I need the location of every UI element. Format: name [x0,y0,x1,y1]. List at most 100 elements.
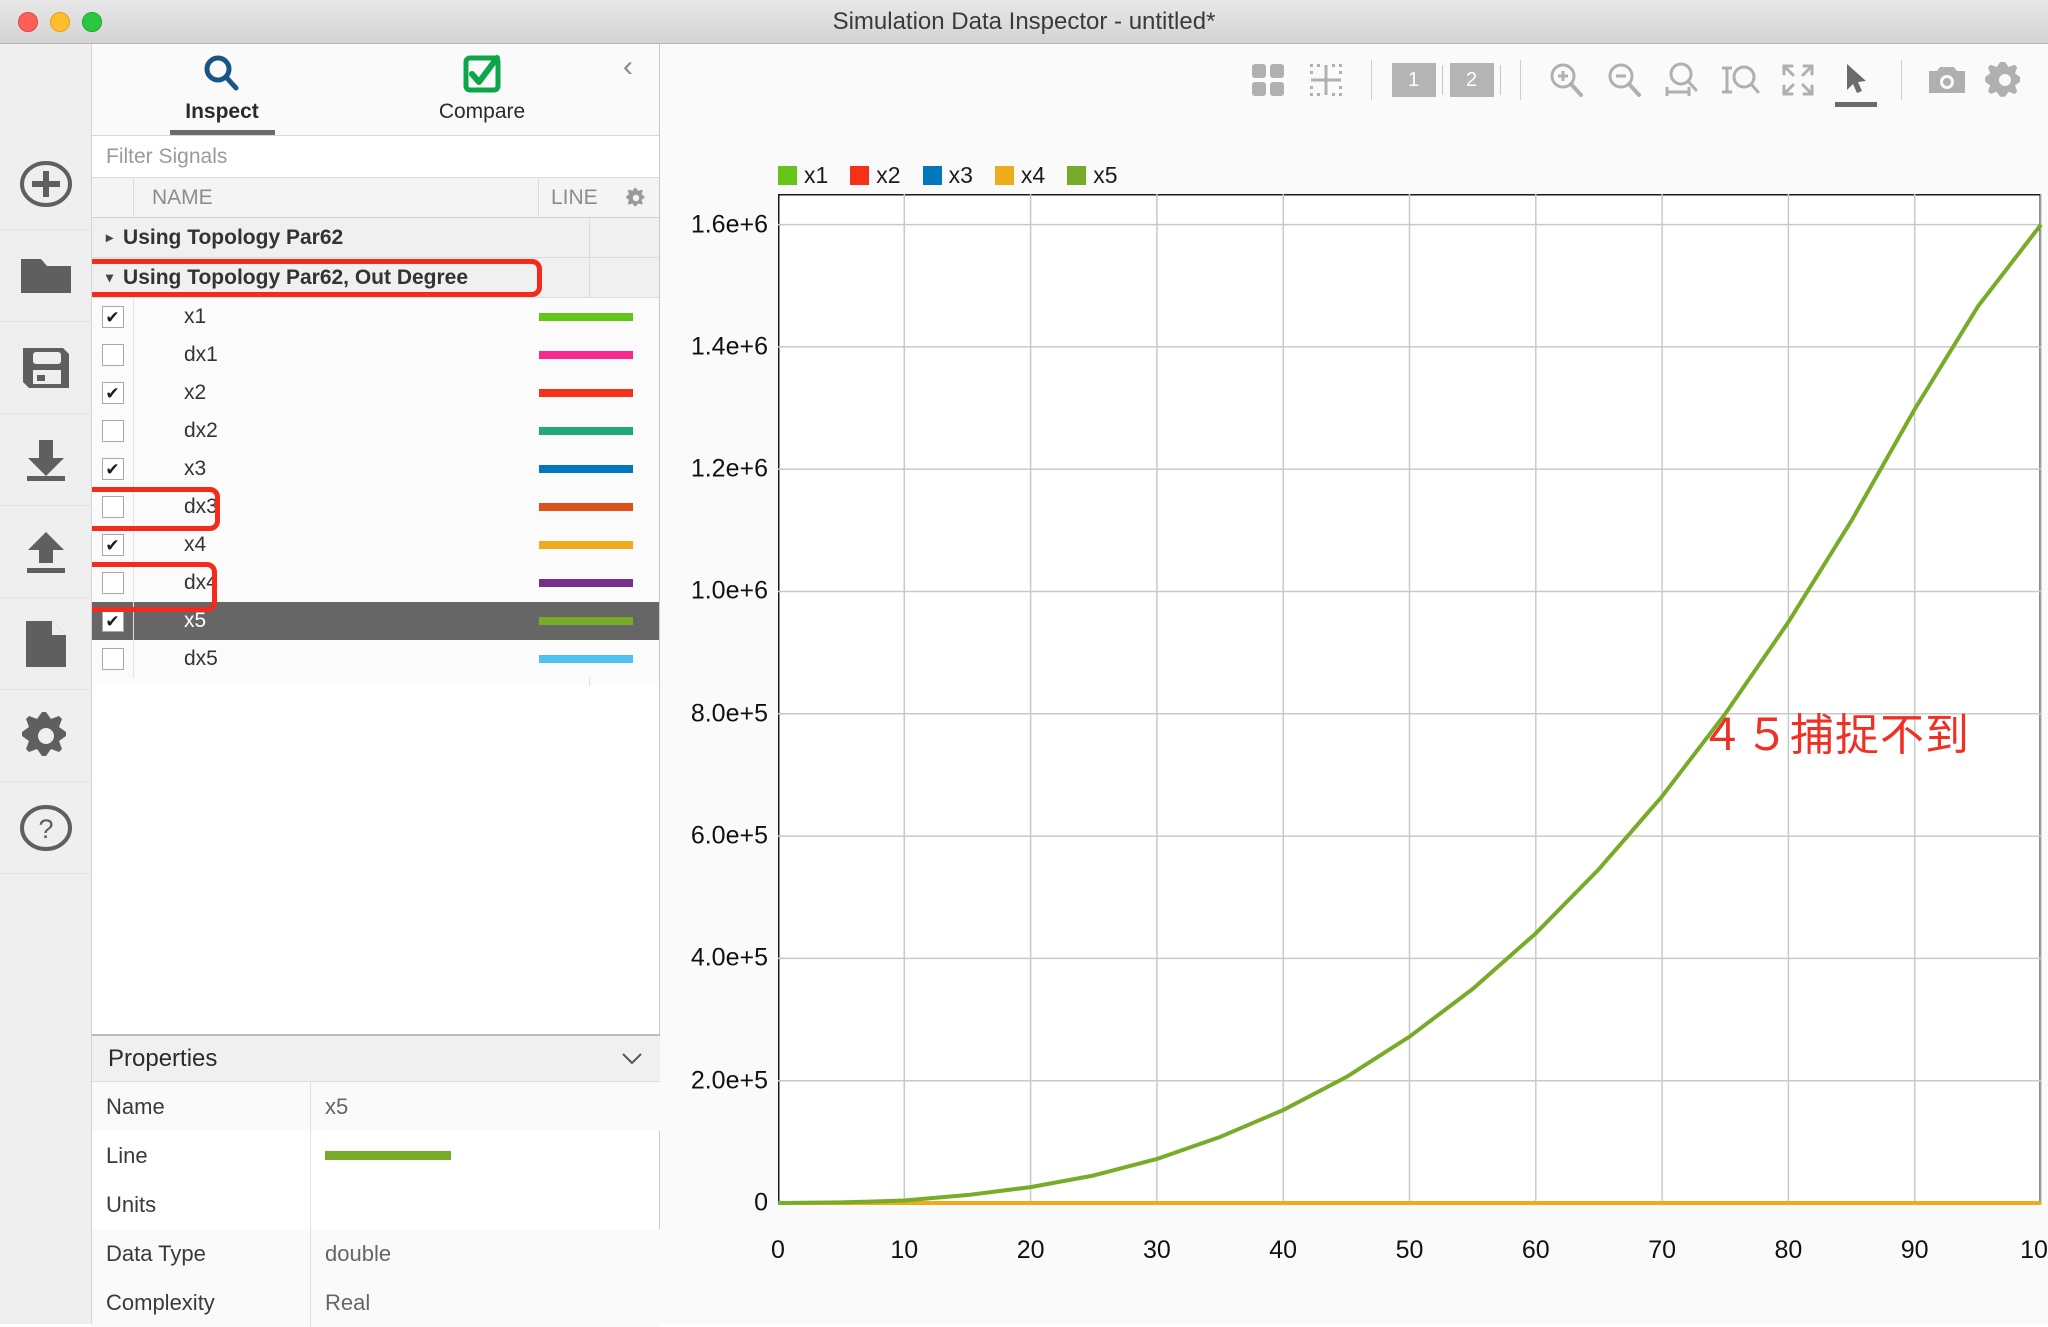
signal-x2-checkbox[interactable]: ✔ [102,382,124,404]
signal-x1-check-cell[interactable]: ✔ [92,298,134,336]
legend-item-x2[interactable]: x2 [850,162,900,189]
signal-dx3-line-cell[interactable] [539,503,659,511]
signal-dx1-check-cell[interactable] [92,336,134,374]
signal-row-dx5[interactable]: dx5 [92,640,659,678]
signal-dx5-check-cell[interactable] [92,640,134,678]
chevron-down-icon[interactable] [620,1045,644,1073]
signal-x5-check-cell[interactable]: ✔ [92,602,134,640]
signal-x1-color-swatch[interactable] [539,313,633,321]
signal-dx5-checkbox[interactable] [102,648,124,670]
collapse-panel-button[interactable]: ‹ [623,52,633,82]
gear-icon[interactable] [0,690,92,782]
signal-dx3-checkbox[interactable] [102,496,124,518]
property-value-line[interactable] [310,1131,660,1180]
signal-group-1[interactable]: ▾ Using Topology Par62, Out Degree [92,258,659,298]
signal-dx4-check-cell[interactable] [92,564,134,602]
signal-x5-color-swatch[interactable] [539,617,633,625]
signal-dx2-checkbox[interactable] [102,420,124,442]
signal-row-dx4[interactable]: dx4 [92,564,659,602]
cursor-1-icon[interactable]: 1 [1388,51,1446,109]
add-icon[interactable] [0,138,92,230]
legend-item-x4[interactable]: x4 [995,162,1045,189]
layout-grid-icon[interactable] [1239,51,1297,109]
column-header-name[interactable]: NAME [134,178,539,218]
grid-lines-icon[interactable] [1297,51,1355,109]
signal-row-x1[interactable]: ✔ x1 [92,298,659,336]
signal-x4-checkbox[interactable]: ✔ [102,534,124,556]
signal-dx2-line-cell[interactable] [539,427,659,435]
upload-icon[interactable] [0,506,92,598]
signal-dx4-line-cell[interactable] [539,579,659,587]
fit-to-view-icon[interactable] [1769,51,1827,109]
signal-x5-line-cell[interactable] [539,617,659,625]
signal-row-x2[interactable]: ✔ x2 [92,374,659,412]
zoom-out-icon[interactable] [1595,51,1653,109]
signal-x3-line-cell[interactable] [539,465,659,473]
signal-row-x4[interactable]: ✔ x4 [92,526,659,564]
signal-x1-checkbox[interactable]: ✔ [102,306,124,328]
cursor-1-label[interactable]: 1 [1392,63,1436,97]
signal-dx3-check-cell[interactable] [92,488,134,526]
legend-item-x3[interactable]: x3 [923,162,973,189]
signal-dx2-color-swatch[interactable] [539,427,633,435]
signal-row-dx3[interactable]: dx3 [92,488,659,526]
download-icon[interactable] [0,414,92,506]
x-tick-label: 70 [1648,1236,1676,1265]
signal-group-0[interactable]: ▸ Using Topology Par62 [92,218,659,258]
cursor-2-label[interactable]: 2 [1450,63,1494,97]
document-icon[interactable] [0,598,92,690]
signal-row-dx2[interactable]: dx2 [92,412,659,450]
rail-spacer [0,44,91,138]
signal-dx5-line-cell[interactable] [539,655,659,663]
signal-x2-color-swatch[interactable] [539,389,633,397]
signal-dx2-check-cell[interactable] [92,412,134,450]
signal-dx5-color-swatch[interactable] [539,655,633,663]
zoom-x-icon[interactable] [1653,51,1711,109]
signal-x2-check-cell[interactable]: ✔ [92,374,134,412]
cursor-2-icon[interactable]: 2 [1446,51,1504,109]
pointer-icon[interactable] [1827,51,1885,109]
x-tick-label: 50 [1396,1236,1424,1265]
signal-dx4-color-swatch[interactable] [539,579,633,587]
group-0-triangle-icon[interactable]: ▸ [106,229,113,246]
search-icon [200,52,244,96]
signal-tree[interactable]: ▸ Using Topology Par62 ▾ Using Topology … [92,218,659,686]
legend-item-x1[interactable]: x1 [778,162,828,189]
signal-dx1-checkbox[interactable] [102,344,124,366]
signal-x4-line-cell[interactable] [539,541,659,549]
signal-dx1-line-cell[interactable] [539,351,659,359]
signal-x1-line-cell[interactable] [539,313,659,321]
zoom-y-icon[interactable] [1711,51,1769,109]
tab-compare[interactable]: Compare [352,44,612,136]
signal-row-dx1[interactable]: dx1 [92,336,659,374]
snapshot-icon[interactable] [1918,51,1976,109]
properties-header[interactable]: Properties [92,1034,660,1082]
group-1-triangle-icon[interactable]: ▾ [106,269,113,286]
signal-x3-check-cell[interactable]: ✔ [92,450,134,488]
signal-x3-checkbox[interactable]: ✔ [102,458,124,480]
signal-row-x3[interactable]: ✔ x3 [92,450,659,488]
signal-dx1-color-swatch[interactable] [539,351,633,359]
signal-x4-color-swatch[interactable] [539,541,633,549]
property-line-color-swatch[interactable] [325,1151,451,1160]
legend-swatch-x2 [850,166,869,185]
folder-icon[interactable] [0,230,92,322]
help-icon[interactable]: ? [0,782,92,874]
signal-x3-color-swatch[interactable] [539,465,633,473]
save-icon[interactable] [0,322,92,414]
table-settings-gear-icon[interactable] [625,187,647,214]
signal-x5-checkbox[interactable]: ✔ [102,610,124,632]
signal-dx3-color-swatch[interactable] [539,503,633,511]
signal-x4-check-cell[interactable]: ✔ [92,526,134,564]
tab-inspect[interactable]: Inspect [92,44,352,136]
signal-x2-line-cell[interactable] [539,389,659,397]
settings-icon[interactable] [1976,51,2034,109]
signal-dx4-checkbox[interactable] [102,572,124,594]
chart[interactable]: 02.0e+54.0e+56.0e+58.0e+51.0e+61.2e+61.4… [660,194,2048,1324]
legend-item-x5[interactable]: x5 [1067,162,1117,189]
filter-signals-row[interactable]: Filter Signals [92,136,659,178]
filter-signals-input[interactable]: Filter Signals [106,145,227,169]
zoom-in-icon[interactable] [1537,51,1595,109]
signal-row-x5[interactable]: ✔ x5 [92,602,659,640]
cursor-2-wrap: 2 [1450,63,1501,97]
